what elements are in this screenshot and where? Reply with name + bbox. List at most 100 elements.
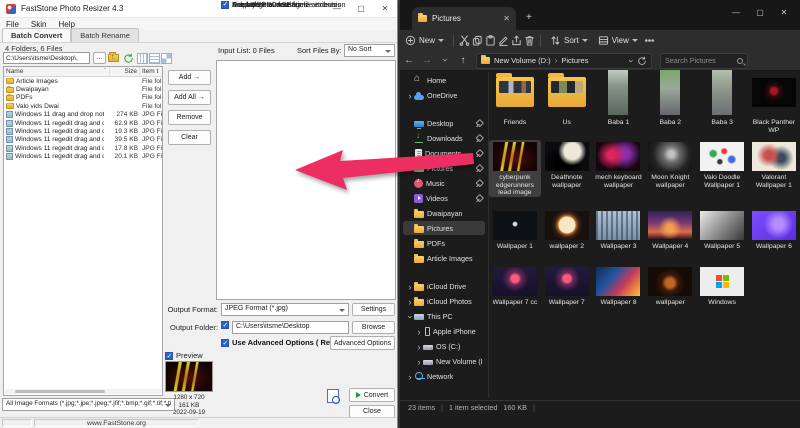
grid-item[interactable]: wallpaper 2 [541, 209, 593, 251]
breadcrumb-folder[interactable]: Pictures [561, 56, 588, 65]
option-checkbox[interactable] [221, 1, 229, 9]
sidebar-item[interactable]: Music [403, 176, 485, 190]
sort-files-dropdown[interactable]: No Sort [344, 44, 395, 57]
grid-item[interactable]: mech keyboard wallpaper [593, 140, 645, 197]
sidebar-item[interactable]: › This PC [403, 309, 485, 323]
preview-report-icon[interactable] [327, 389, 339, 403]
expand-chevron-icon[interactable]: › [406, 86, 414, 104]
advanced-options-button[interactable]: Advanced Options [330, 336, 395, 350]
file-row[interactable]: Windows 11 drag and drop not workin... 2… [4, 111, 162, 119]
sidebar-item[interactable]: › iCloud Drive [403, 279, 485, 293]
file-row[interactable]: Windows 11 regedit drag and drop no... 2… [4, 153, 162, 161]
breadcrumb-drive[interactable]: New Volume (D:) [494, 56, 551, 65]
grid-item[interactable]: Moon Knight wallpaper [644, 140, 696, 197]
rename-button[interactable] [497, 34, 510, 47]
file-row[interactable]: Article Images File fol [4, 77, 162, 85]
address-dropdown-icon[interactable]: › [627, 59, 637, 62]
output-format-dropdown[interactable]: JPEG Format (*.jpg) [221, 303, 349, 316]
grid-item[interactable]: Baba 3 [696, 66, 748, 134]
sidebar-item[interactable]: Article Images [403, 251, 485, 265]
sidebar-item[interactable]: › iCloud Photos [403, 294, 485, 308]
sidebar-item[interactable]: Home [403, 73, 485, 87]
new-tab-button[interactable]: + [526, 12, 532, 23]
sidebar-item[interactable]: Downloads [403, 131, 485, 145]
explorer-tab-pictures[interactable]: Pictures ✕ [412, 7, 516, 30]
back-button[interactable]: ← [400, 55, 418, 66]
grid-item[interactable]: Windows [696, 265, 748, 307]
remove-button[interactable]: Remove [168, 110, 211, 125]
grid-item[interactable]: Black Panther WP [748, 66, 800, 134]
browse-folder-button[interactable]: ... [93, 52, 106, 64]
view-button[interactable]: View [593, 35, 643, 46]
file-row[interactable]: Windows 11 regedit drag and drop no... 3… [4, 136, 162, 144]
file-row[interactable]: Windows 11 regedit drag and drop no... 1… [4, 144, 162, 152]
expand-chevron-icon[interactable] [406, 249, 414, 267]
folder-up-button[interactable] [107, 52, 119, 64]
grid-item[interactable]: Baba 2 [644, 66, 696, 134]
grid-item[interactable]: Wallpaper 4 [644, 209, 696, 251]
grid-item[interactable]: Deathnote wallpaper [541, 140, 593, 197]
view-list-button[interactable] [148, 52, 160, 64]
maximize-button[interactable]: ▢ [349, 0, 373, 17]
browse-button[interactable]: Browse [352, 321, 395, 334]
grid-item[interactable]: Wallpaper 5 [696, 209, 748, 251]
sidebar-item[interactable]: Desktop [403, 116, 485, 130]
grid-item[interactable]: Wallpaper 8 [593, 265, 645, 307]
recent-locations-button[interactable]: › [436, 55, 454, 66]
grid-item[interactable]: Wallpaper 1 [489, 209, 541, 251]
sidebar-item[interactable]: › OS (C:) [412, 339, 485, 353]
file-row[interactable]: Windows 11 regedit drag and drop no... 6… [4, 119, 162, 127]
explorer-close-button[interactable]: ✕ [772, 2, 796, 22]
scrollbar-thumb[interactable] [15, 390, 105, 393]
horizontal-scrollbar[interactable] [5, 389, 161, 394]
file-row[interactable]: Windows 11 regedit drag and drop no... 1… [4, 127, 162, 135]
column-size[interactable]: Size [110, 67, 140, 76]
grid-item[interactable]: Valo Doodle Wallpaper 1 [696, 140, 748, 197]
up-button[interactable]: ↑ [454, 55, 472, 66]
sidebar-item[interactable]: Dwaipayan [403, 206, 485, 220]
sidebar-item[interactable]: › Network [403, 369, 485, 383]
convert-button[interactable]: Convert [349, 388, 395, 402]
view-thumbnails-button[interactable] [160, 52, 172, 64]
grid-item[interactable]: Wallpaper 7 cc [489, 265, 541, 307]
grid-item[interactable]: Valorant Wallpaper 1 [748, 140, 800, 197]
sidebar-item[interactable]: › Apple iPhone [412, 324, 485, 338]
cut-button[interactable] [458, 34, 471, 47]
expand-chevron-icon[interactable]: › [406, 307, 414, 325]
directory-path-input[interactable]: C:\Users\itsme\Desktop\, [3, 52, 90, 64]
grid-item[interactable]: Wallpaper 6 [748, 209, 800, 251]
more-options-button[interactable] [643, 34, 656, 47]
explorer-maximize-button[interactable]: ▢ [748, 2, 772, 22]
sidebar-item[interactable]: › OneDrive [403, 88, 485, 102]
sidebar-item[interactable]: Pictures [403, 161, 485, 175]
share-button[interactable] [510, 34, 523, 47]
sidebar-item[interactable]: Documents [403, 146, 485, 160]
add-button[interactable]: Add → [168, 70, 211, 85]
image-formats-dropdown[interactable]: All Image Formats (*.jpg;*.jpe;*.jpeg;*.… [2, 398, 175, 411]
sidebar-item[interactable]: PDFs [403, 236, 485, 250]
grid-item[interactable]: Friends [489, 66, 541, 134]
add-all-button[interactable]: Add All → [168, 90, 211, 105]
tab-batch-rename[interactable]: Batch Rename [71, 28, 139, 42]
file-row[interactable]: PDFs File fol [4, 94, 162, 102]
forward-button[interactable]: → [418, 55, 436, 66]
grid-item[interactable]: Baba 1 [593, 66, 645, 134]
explorer-minimize-button[interactable]: — [724, 2, 748, 22]
delete-button[interactable] [523, 34, 536, 47]
file-row[interactable]: Dwaipayan File fol [4, 85, 162, 93]
paste-button[interactable] [484, 34, 497, 47]
sidebar-item[interactable]: › New Volume (D:) [412, 354, 485, 368]
column-name[interactable]: Name [4, 67, 110, 76]
close-button[interactable]: ✕ [373, 0, 397, 17]
advanced-options-checkbox[interactable] [221, 339, 229, 347]
view-columns-button[interactable] [136, 52, 148, 64]
copy-button[interactable] [471, 34, 484, 47]
tab-batch-convert[interactable]: Batch Convert [2, 28, 71, 42]
settings-button[interactable]: Settings [352, 303, 395, 316]
grid-item[interactable]: Wallpaper 3 [593, 209, 645, 251]
output-folder-input[interactable]: C:\Users\itsme\Desktop [232, 321, 349, 334]
sidebar-item[interactable]: Videos [403, 191, 485, 205]
preview-checkbox[interactable] [165, 352, 173, 360]
tab-close-icon[interactable]: ✕ [503, 14, 510, 23]
grid-item[interactable]: Us [541, 66, 593, 134]
